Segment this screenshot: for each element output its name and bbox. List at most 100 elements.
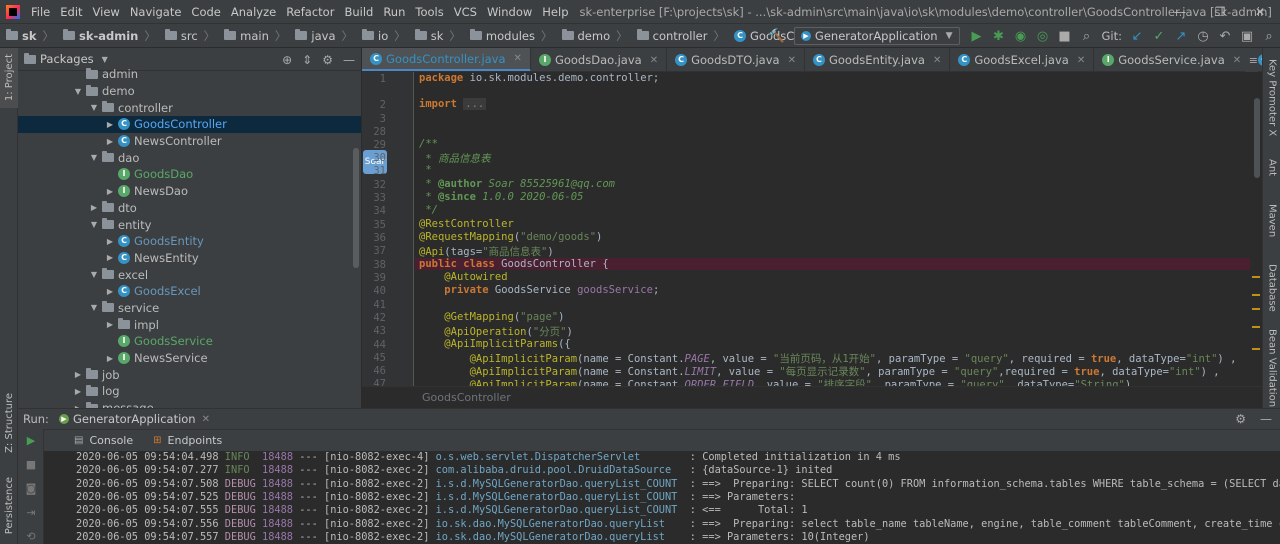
persistence-tool-tab[interactable]: Persistence: [0, 468, 18, 544]
tree-item[interactable]: I GoodsDao: [18, 166, 361, 183]
tree-item[interactable]: ▼ demo: [18, 83, 361, 100]
collapse-icon[interactable]: ⇕: [302, 53, 312, 67]
menu-help[interactable]: Help: [537, 0, 573, 24]
git-commit-icon[interactable]: ✓: [1148, 25, 1170, 47]
minimize-button[interactable]: —: [1160, 0, 1200, 24]
scrollbar-thumb[interactable]: [1254, 98, 1260, 178]
warning-marker[interactable]: [1252, 308, 1260, 310]
chevron-right-icon[interactable]: ▶: [104, 253, 116, 262]
gear-icon[interactable]: ⚙: [1235, 412, 1246, 426]
exit-icon[interactable]: ⇥: [22, 503, 40, 521]
menu-run[interactable]: Run: [378, 0, 410, 24]
coverage-icon[interactable]: ◉: [1010, 25, 1032, 47]
warning-marker[interactable]: [1252, 294, 1260, 296]
editor-scrollbar[interactable]: [1250, 72, 1262, 386]
rollback-icon[interactable]: ↶: [1214, 25, 1236, 47]
menu-code[interactable]: Code: [186, 0, 225, 24]
gear-icon[interactable]: ⚙: [322, 53, 333, 67]
tree-item[interactable]: I GoodsService: [18, 333, 361, 350]
tree-item[interactable]: ▶message: [18, 400, 361, 408]
tree-item[interactable]: ▶ C GoodsExcel: [18, 283, 361, 300]
warning-marker[interactable]: [1252, 276, 1260, 278]
tree-item[interactable]: ▶ job: [18, 366, 361, 383]
layout-icon[interactable]: ▣: [1236, 25, 1258, 47]
code-area[interactable]: package io.sk.modules.demo.controller; i…: [415, 72, 1250, 386]
git-push-icon[interactable]: ↗: [1170, 25, 1192, 47]
close-icon[interactable]: ✕: [788, 55, 796, 66]
tree-item[interactable]: ▼ dao: [18, 149, 361, 166]
chevron-right-icon[interactable]: ▶: [104, 354, 116, 363]
hide-icon[interactable]: —: [343, 53, 355, 67]
run-tab[interactable]: ▶ GeneratorApplication ✕: [58, 412, 210, 426]
stop-icon[interactable]: ■: [1054, 25, 1076, 47]
editor-tab[interactable]: I GoodsDao.java ✕: [531, 48, 668, 71]
warning-marker[interactable]: [1252, 326, 1260, 328]
breadcrumb-item[interactable]: io 〉: [356, 28, 409, 44]
chevron-down-icon[interactable]: ▼: [88, 220, 100, 229]
chevron-right-icon[interactable]: ▶: [104, 320, 116, 329]
menu-tools[interactable]: Tools: [410, 0, 448, 24]
tree-item[interactable]: ▶ C GoodsEntity: [18, 233, 361, 250]
editor-tab[interactable]: C GoodsController.java ✕: [362, 48, 531, 71]
tree-item[interactable]: ▶ C GoodsController: [18, 116, 361, 133]
more-tabs-button[interactable]: ≡: [1244, 48, 1258, 72]
bean-validation-tab[interactable]: Bean Validation: [1263, 328, 1280, 408]
close-icon[interactable]: ✕: [933, 55, 941, 66]
chevron-down-icon[interactable]: ▼: [88, 270, 100, 279]
maven-tab[interactable]: Maven: [1263, 196, 1280, 246]
tree-item[interactable]: ▶ impl: [18, 316, 361, 333]
search-icon[interactable]: ⌕: [1076, 25, 1098, 47]
close-icon[interactable]: ✕: [1077, 55, 1085, 66]
chevron-down-icon[interactable]: ▼: [72, 87, 84, 96]
debug-icon[interactable]: ✱: [988, 25, 1010, 47]
menu-window[interactable]: Window: [482, 0, 537, 24]
chevron-down-icon[interactable]: ▼: [88, 153, 100, 162]
menu-analyze[interactable]: Analyze: [226, 0, 281, 24]
breadcrumb-item[interactable]: sk-admin 〉: [57, 28, 159, 44]
editor-tab[interactable]: I GoodsService.java ✕: [1094, 48, 1251, 71]
structure-tool-tab[interactable]: Z: Structure: [0, 378, 18, 468]
tree-item[interactable]: ▼ entity: [18, 216, 361, 233]
breadcrumb-item[interactable]: sk 〉: [0, 28, 57, 44]
menu-view[interactable]: View: [88, 0, 125, 24]
tree-item[interactable]: ▼ service: [18, 300, 361, 317]
console-output[interactable]: 2020-06-05 09:54:04.498 INFO 18488 --- […: [66, 451, 1280, 544]
breadcrumb-item[interactable]: modules 〉: [464, 28, 556, 44]
chevron-right-icon[interactable]: ▶: [104, 187, 116, 196]
close-icon[interactable]: ✕: [650, 55, 658, 66]
database-tab[interactable]: Database: [1263, 258, 1280, 318]
stop-icon[interactable]: ■: [22, 455, 40, 473]
editor-tab[interactable]: C GoodsEntity.java ✕: [805, 48, 951, 71]
run-config-select[interactable]: ▶ GeneratorApplication ▼: [793, 27, 960, 45]
breadcrumb-item[interactable]: sk 〉: [409, 28, 464, 44]
find-icon[interactable]: ⌕: [1258, 25, 1280, 47]
chevron-right-icon[interactable]: ▶: [72, 387, 84, 396]
menu-file[interactable]: File: [26, 0, 55, 24]
restore-button[interactable]: ❐: [1200, 0, 1240, 24]
tree-item[interactable]: ▼ excel: [18, 266, 361, 283]
tree-item[interactable]: ▶ dto: [18, 200, 361, 217]
tree-item[interactable]: ▶ C NewsEntity: [18, 250, 361, 267]
ant-tab[interactable]: Ant: [1263, 148, 1280, 188]
restore-layout-icon[interactable]: ⟲: [22, 527, 40, 544]
chevron-right-icon[interactable]: ▶: [72, 370, 84, 379]
history-icon[interactable]: ◷: [1192, 25, 1214, 47]
chevron-down-icon[interactable]: ▼: [88, 103, 100, 112]
rerun-icon[interactable]: ▶: [22, 431, 40, 449]
warning-marker[interactable]: [1252, 348, 1260, 350]
breadcrumb-item[interactable]: demo 〉: [556, 28, 631, 44]
tree-item[interactable]: ▶ I NewsDao: [18, 183, 361, 200]
chevron-right-icon[interactable]: ▶: [104, 120, 116, 129]
project-tool-tab[interactable]: 1: Project: [0, 48, 18, 108]
chevron-right-icon[interactable]: ▶: [104, 237, 116, 246]
close-button[interactable]: ✕: [1240, 0, 1280, 24]
breadcrumb-item[interactable]: java 〉: [289, 28, 356, 44]
console-tab[interactable]: ▤ Console: [64, 430, 143, 452]
chevron-right-icon[interactable]: ▶: [88, 203, 100, 212]
key-promoter-tab[interactable]: Key Promoter X: [1263, 52, 1280, 144]
git-update-icon[interactable]: ↙: [1126, 25, 1148, 47]
hammer-build-icon[interactable]: 🔨: [766, 25, 788, 47]
editor-tab[interactable]: C GoodsDTO.java ✕: [667, 48, 805, 71]
editor-tab[interactable]: C GoodsExcel.java ✕: [950, 48, 1095, 71]
menu-edit[interactable]: Edit: [55, 0, 87, 24]
